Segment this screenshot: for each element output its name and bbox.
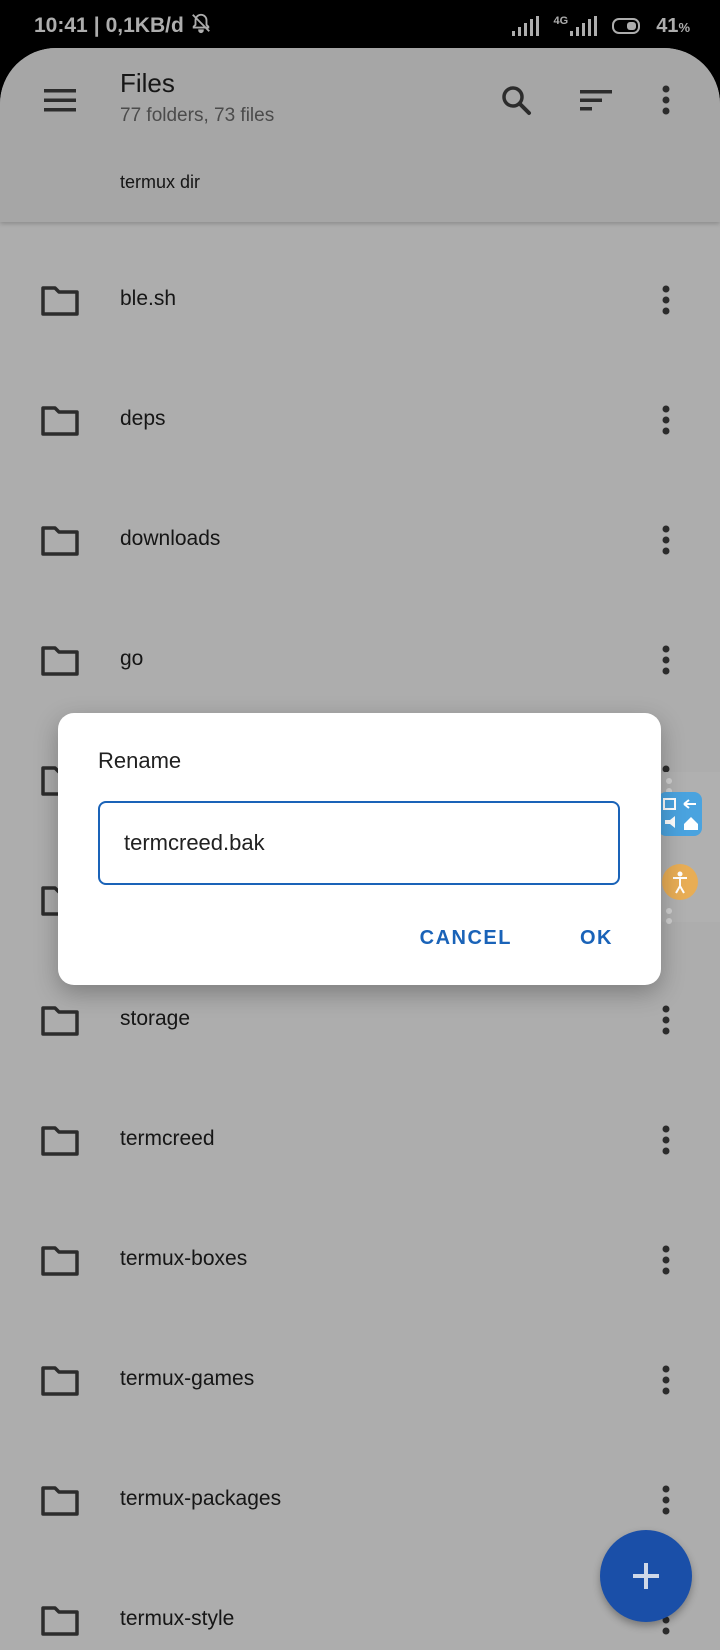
widget-handle-bottom [666,908,672,928]
quick-ball-icon[interactable] [658,792,702,836]
add-button[interactable] [600,1530,692,1622]
dialog-actions: CANCEL OK [412,923,621,954]
dialog-title: Rename [98,748,182,773]
ok-button[interactable]: OK [572,923,621,954]
rename-input[interactable] [98,801,620,885]
rename-dialog: Rename CANCEL OK [58,713,661,985]
plus-icon [633,1563,659,1589]
accessibility-icon[interactable] [662,864,698,900]
cancel-button[interactable]: CANCEL [412,923,520,954]
